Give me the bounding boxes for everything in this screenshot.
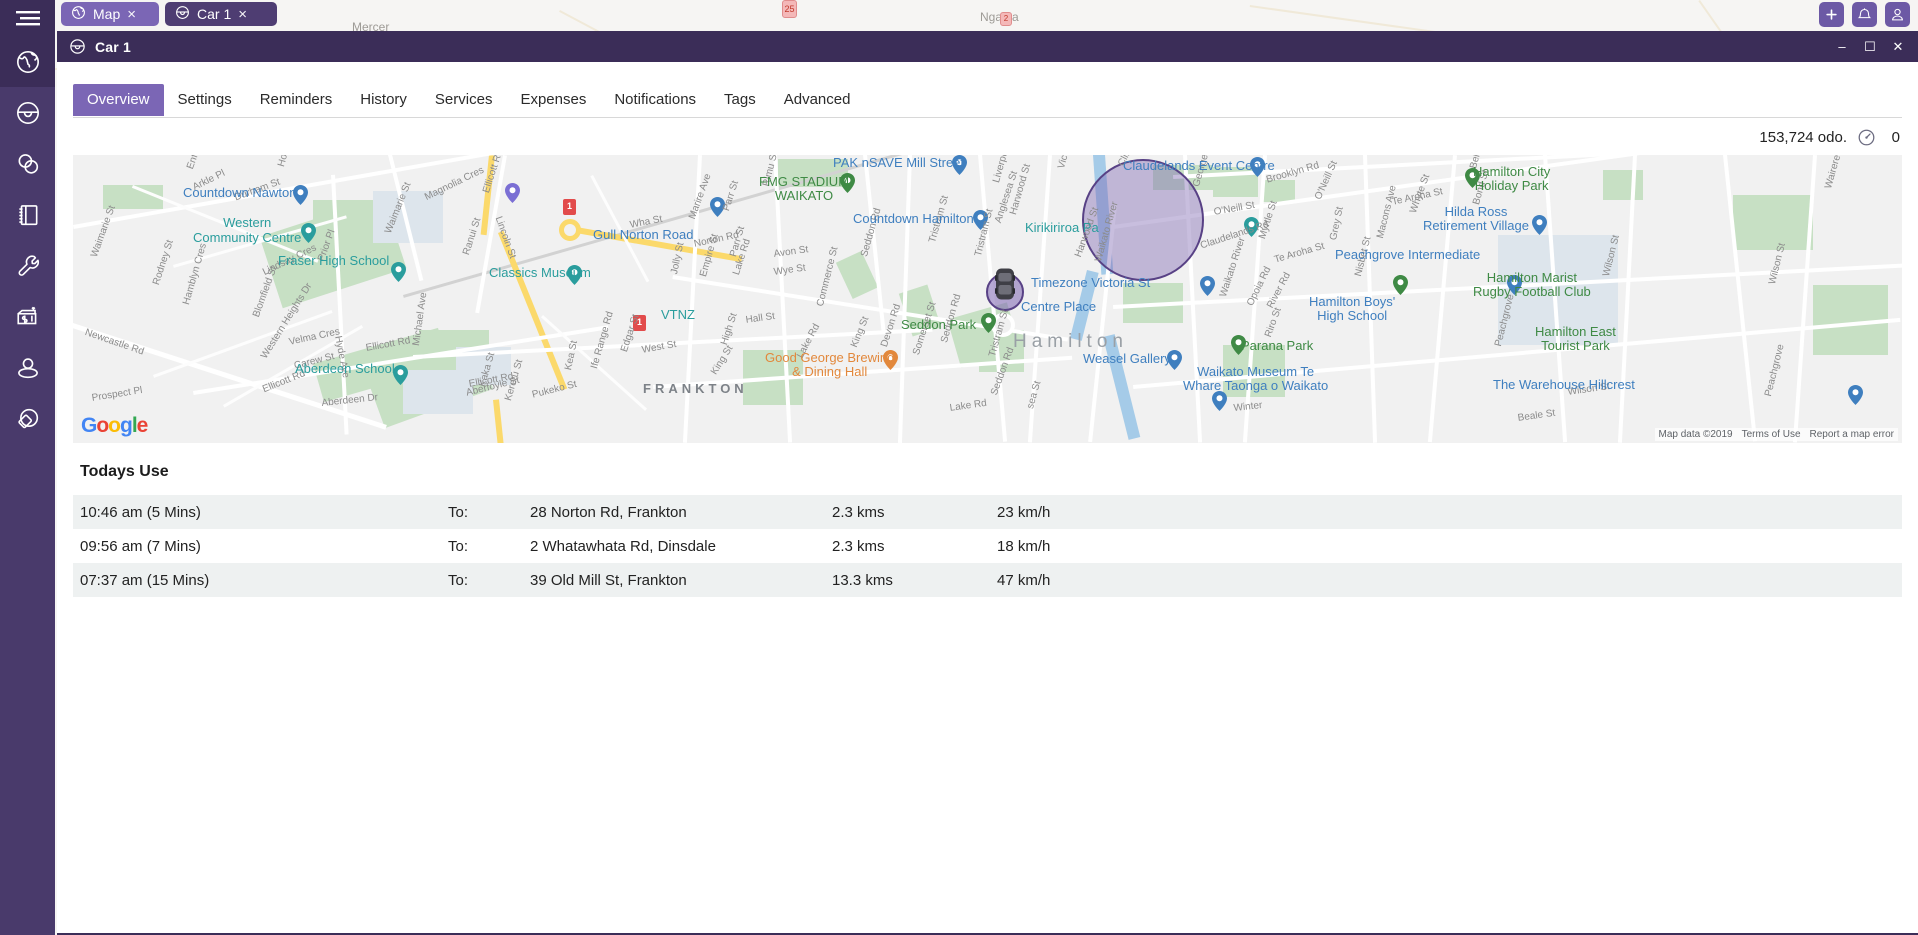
notebook-icon xyxy=(15,202,41,228)
tab-notifications[interactable]: Notifications xyxy=(600,84,710,116)
browser-tab-car-1[interactable]: Car 1 × xyxy=(165,2,277,26)
sidebar-item-expenses[interactable] xyxy=(0,291,55,342)
wrench-icon xyxy=(15,253,41,279)
tag-icon xyxy=(15,406,41,432)
odometer-reading: 153,724 odo. xyxy=(1759,129,1847,146)
trip-to-label: To: xyxy=(448,537,469,555)
add-button[interactable] xyxy=(1819,2,1844,27)
notifications-button[interactable] xyxy=(1852,2,1877,27)
report-error-link[interactable]: Report a map error xyxy=(1810,429,1894,440)
account-button[interactable] xyxy=(1885,2,1910,27)
top-right-actions xyxy=(1819,2,1910,27)
trip-address: 28 Norton Rd, Frankton xyxy=(530,503,687,521)
steering-wheel-icon xyxy=(15,100,41,126)
trip-time: 09:56 am (7 Mins) xyxy=(80,537,201,555)
tab-settings[interactable]: Settings xyxy=(164,84,246,116)
circles-icon xyxy=(15,151,41,177)
speedometer-icon xyxy=(1857,128,1876,147)
close-button[interactable]: ✕ xyxy=(1887,37,1909,57)
trip-time: 07:37 am (15 Mins) xyxy=(80,571,210,589)
todays-use-heading: Todays Use xyxy=(80,463,169,480)
tab-overview[interactable]: Overview xyxy=(73,84,164,116)
odometer-row: 153,724 odo. 0 xyxy=(57,118,1918,155)
sidebar-item-drivers[interactable] xyxy=(0,342,55,393)
vehicle-detail-window: Car 1 – ☐ ✕ Overview Settings Reminders … xyxy=(57,31,1918,935)
table-row[interactable]: 09:56 am (7 Mins) To: 2 Whatawhata Rd, D… xyxy=(73,529,1902,563)
map-attribution: Map data ©2019 Terms of Use Report a map… xyxy=(1654,428,1898,441)
terms-of-use-link[interactable]: Terms of Use xyxy=(1742,429,1801,440)
todays-use-section: Todays Use 10:46 am (5 Mins) To: 28 Nort… xyxy=(57,443,1918,597)
trip-speed: 23 km/h xyxy=(997,503,1051,521)
globe-icon xyxy=(15,49,41,75)
tab-reminders[interactable]: Reminders xyxy=(246,84,347,116)
sidebar-item-map[interactable] xyxy=(0,36,55,87)
highway-shield: 1 xyxy=(633,315,646,331)
trip-distance: 2.3 kms xyxy=(832,503,885,521)
sidebar-item-logbook[interactable] xyxy=(0,189,55,240)
sidebar xyxy=(0,0,55,935)
trip-distance: 13.3 kms xyxy=(832,571,893,589)
minimize-button[interactable]: – xyxy=(1831,37,1853,57)
trip-time: 10:46 am (5 Mins) xyxy=(80,503,201,521)
tab-expenses[interactable]: Expenses xyxy=(506,84,600,116)
vehicle-map[interactable]: 1 1 Newcastle Rd Hamblyn Cres Rodney St … xyxy=(73,155,1902,443)
steering-wheel-icon xyxy=(69,38,86,55)
tab-services[interactable]: Services xyxy=(421,84,507,116)
tab-advanced[interactable]: Advanced xyxy=(770,84,865,116)
highway-shield: 1 xyxy=(563,199,576,215)
nav-divider xyxy=(73,117,1902,118)
tab-tags[interactable]: Tags xyxy=(710,84,770,116)
trip-speed: 18 km/h xyxy=(997,537,1051,555)
window-titlebar: Car 1 – ☐ ✕ xyxy=(57,31,1918,62)
nav-tabs: Overview Settings Reminders History Serv… xyxy=(57,62,1918,118)
trip-distance: 2.3 kms xyxy=(832,537,885,555)
table-row[interactable]: 07:37 am (15 Mins) To: 39 Old Mill St, F… xyxy=(73,563,1902,597)
money-icon xyxy=(15,304,41,330)
odometer-count: 0 xyxy=(1891,129,1900,146)
table-row[interactable]: 10:46 am (5 Mins) To: 28 Norton Rd, Fran… xyxy=(73,495,1902,529)
hamburger-menu-icon[interactable] xyxy=(0,0,55,36)
browser-tab-label: Map xyxy=(93,6,121,22)
steering-wheel-icon xyxy=(175,5,190,23)
trip-to-label: To: xyxy=(448,571,469,589)
map-data-copyright: Map data ©2019 xyxy=(1658,429,1733,440)
car-marker-icon[interactable] xyxy=(994,267,1016,301)
window-body: Overview Settings Reminders History Serv… xyxy=(57,62,1918,935)
sidebar-item-services[interactable] xyxy=(0,240,55,291)
trip-address: 2 Whatawhata Rd, Dinsdale xyxy=(530,537,716,555)
tab-strip: Map × Car 1 × xyxy=(55,0,1918,28)
window-controls: – ☐ ✕ xyxy=(1831,37,1918,57)
close-icon[interactable]: × xyxy=(127,7,136,22)
sidebar-item-groups[interactable] xyxy=(0,138,55,189)
trip-speed: 47 km/h xyxy=(997,571,1051,589)
browser-tab-map[interactable]: Map × xyxy=(61,2,159,26)
close-icon[interactable]: × xyxy=(238,7,247,22)
trip-address: 39 Old Mill St, Frankton xyxy=(530,571,687,589)
maximize-button[interactable]: ☐ xyxy=(1859,37,1881,57)
tab-history[interactable]: History xyxy=(346,84,421,116)
globe-icon xyxy=(71,5,86,23)
geofence-circle xyxy=(1082,159,1204,281)
sidebar-item-tags[interactable] xyxy=(0,393,55,444)
window-title: Car 1 xyxy=(95,38,132,55)
person-pin-icon xyxy=(15,355,41,381)
sidebar-item-vehicles[interactable] xyxy=(0,87,55,138)
google-logo: Google xyxy=(81,414,148,437)
browser-tab-label: Car 1 xyxy=(197,6,232,22)
trip-to-label: To: xyxy=(448,503,469,521)
